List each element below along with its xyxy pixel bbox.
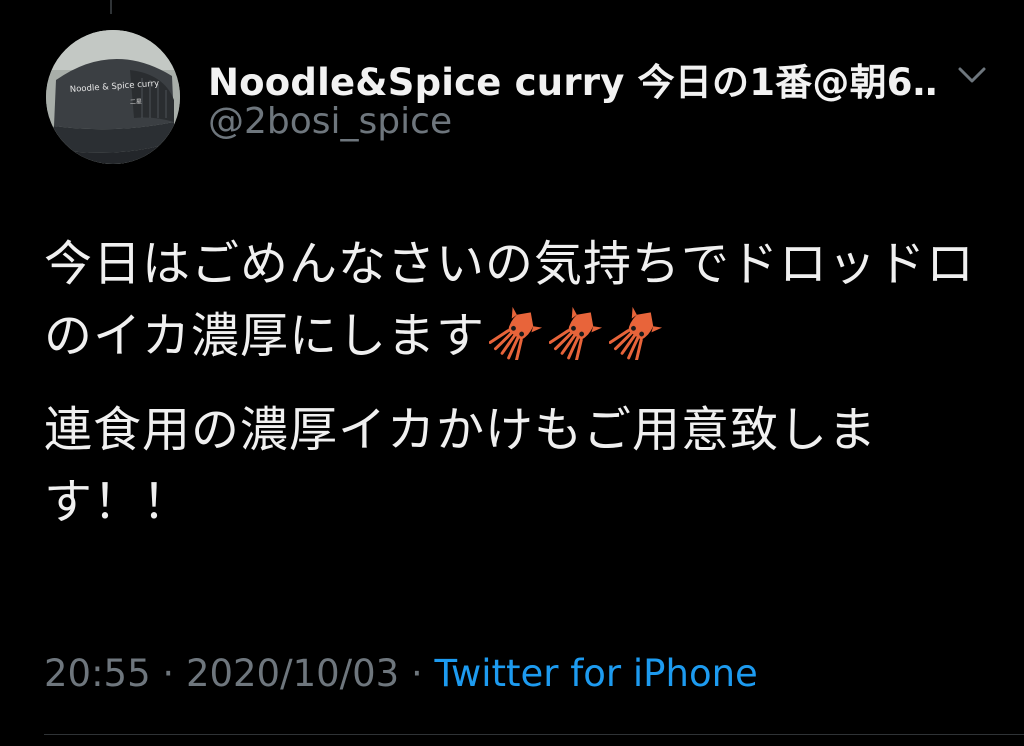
tweet-paragraph-text: 連食用の濃厚イカかけもご用意致します！！ bbox=[44, 402, 878, 530]
squid-emoji-icon bbox=[609, 306, 663, 360]
meta-separator: · bbox=[162, 652, 175, 695]
author-handle[interactable]: @2bosi_spice bbox=[208, 101, 452, 142]
meta-separator: · bbox=[410, 652, 423, 695]
avatar[interactable]: Noodle & Spice curry 二星 bbox=[46, 30, 180, 164]
cap-logo-subtext: 二星 bbox=[130, 98, 142, 106]
tweet-date[interactable]: 2020/10/03 bbox=[186, 652, 399, 695]
squid-emoji-icon bbox=[549, 306, 603, 360]
tweet-text: 今日はごめんなさいの気持ちでドロッドロのイカ濃厚にします 連食用の濃厚イカかけも… bbox=[44, 228, 984, 538]
tweet-source-link[interactable]: Twitter for iPhone bbox=[435, 652, 758, 695]
tweet-paragraph: 今日はごめんなさいの気持ちでドロッドロのイカ濃厚にします bbox=[44, 228, 984, 372]
tweet-paragraph: 連食用の濃厚イカかけもご用意致します！！ bbox=[44, 394, 984, 538]
chevron-down-icon bbox=[958, 67, 986, 83]
tweet: Noodle & Spice curry 二星 Noodle&Spice cur… bbox=[0, 0, 1024, 746]
tweet-meta: 20:55 · 2020/10/03 · Twitter for iPhone bbox=[44, 652, 758, 695]
author-display-name[interactable]: Noodle&Spice curry 今日の1番@朝6… bbox=[208, 52, 938, 106]
squid-emoji-group bbox=[485, 306, 665, 364]
squid-emoji-icon bbox=[489, 306, 543, 360]
more-options-button[interactable] bbox=[950, 58, 994, 94]
cap-photo: Noodle & Spice curry 二星 bbox=[46, 30, 180, 164]
divider bbox=[44, 734, 1024, 735]
tweet-time[interactable]: 20:55 bbox=[44, 652, 151, 695]
